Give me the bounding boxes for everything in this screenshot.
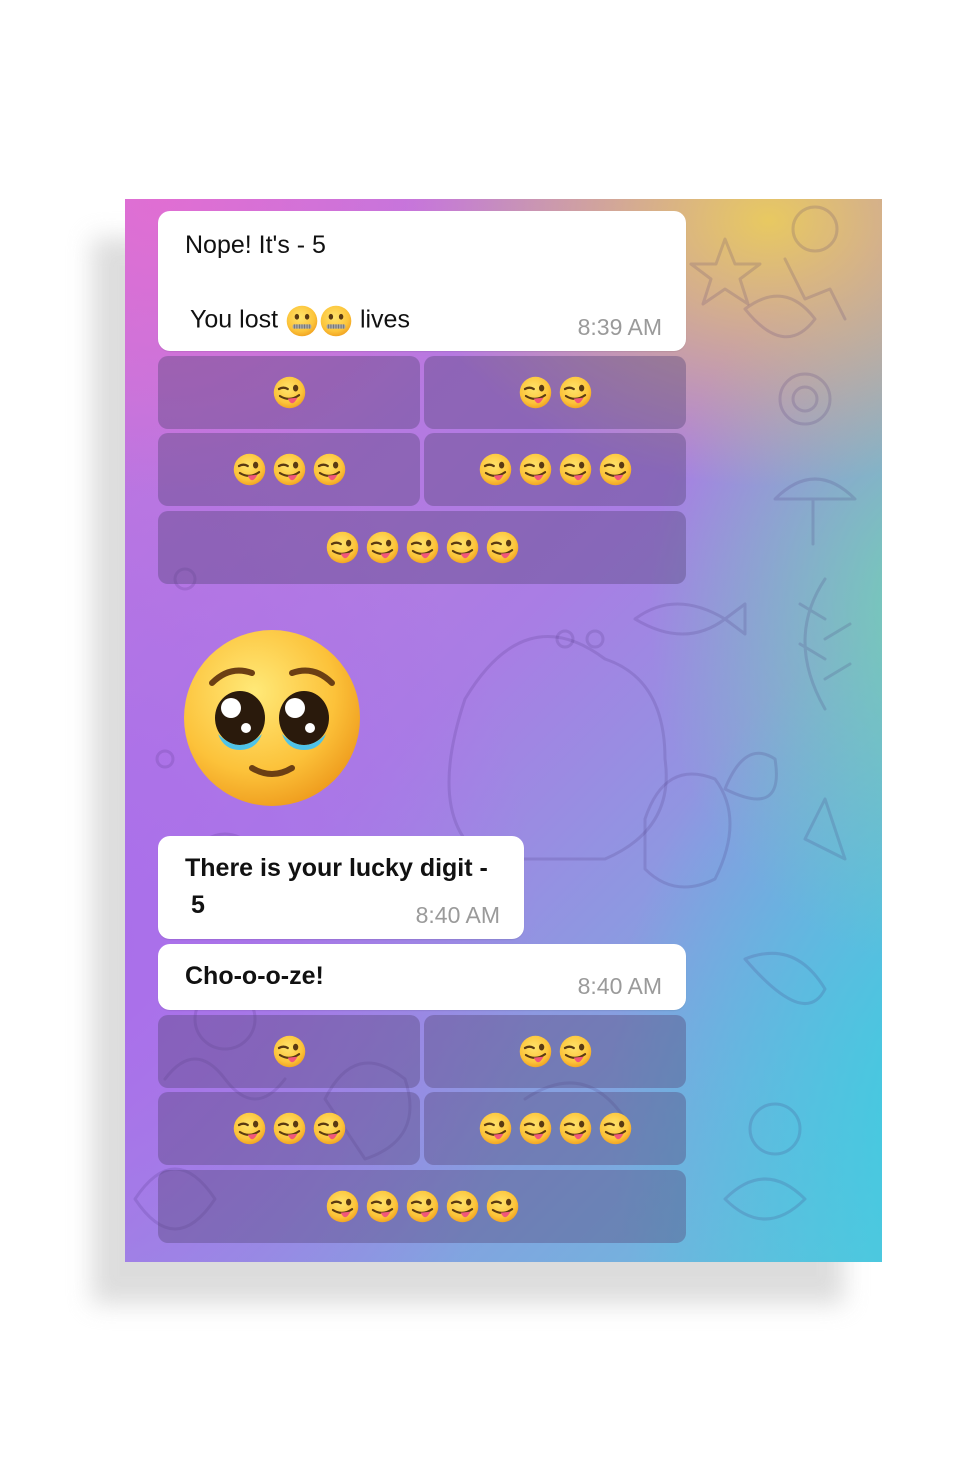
inline-button-5[interactable] — [158, 1170, 686, 1243]
pleading-face-icon[interactable] — [182, 628, 362, 808]
winking-tongue-face-icon — [558, 375, 593, 410]
winking-tongue-face-icon — [558, 1111, 593, 1146]
message-text: Cho-o-o-ze! — [185, 962, 324, 990]
inline-button-4[interactable] — [424, 433, 686, 506]
inline-button-1[interactable] — [158, 1015, 420, 1088]
zipper-mouth-face-icon — [285, 304, 319, 338]
message-time: 8:39 AM — [577, 314, 662, 340]
winking-tongue-face-icon — [445, 530, 480, 565]
winking-tongue-face-icon — [518, 452, 553, 487]
winking-tongue-face-icon — [598, 1111, 633, 1146]
winking-tongue-face-icon — [365, 1189, 400, 1224]
winking-tongue-face-icon — [232, 1111, 267, 1146]
zipper-mouth-face-icon — [319, 304, 353, 338]
inline-button-1[interactable] — [158, 356, 420, 429]
message-time: 8:40 AM — [415, 902, 500, 928]
winking-tongue-face-icon — [325, 530, 360, 565]
winking-tongue-face-icon — [478, 1111, 513, 1146]
winking-tongue-face-icon — [558, 452, 593, 487]
winking-tongue-face-icon — [272, 452, 307, 487]
winking-tongue-face-icon — [518, 1111, 553, 1146]
inline-button-3[interactable] — [158, 1092, 420, 1165]
message-bubble-1[interactable]: Nope! It's - 5 You lost lives 8:39 AM — [158, 211, 686, 351]
winking-tongue-face-icon — [598, 452, 633, 487]
winking-tongue-face-icon — [272, 1034, 307, 1069]
inline-button-5[interactable] — [158, 511, 686, 584]
message-text-line1: There is your lucky digit - — [185, 854, 488, 882]
winking-tongue-face-icon — [312, 1111, 347, 1146]
winking-tongue-face-icon — [518, 1034, 553, 1069]
winking-tongue-face-icon — [485, 530, 520, 565]
message-text-line2: 5 — [191, 891, 205, 919]
inline-button-2[interactable] — [424, 1015, 686, 1088]
winking-tongue-face-icon — [232, 452, 267, 487]
winking-tongue-face-icon — [365, 530, 400, 565]
inline-button-2[interactable] — [424, 356, 686, 429]
message-text-suffix: lives — [359, 305, 410, 334]
message-text-prefix: You lost — [190, 305, 279, 334]
message-bubble-3[interactable]: Cho-o-o-ze! 8:40 AM — [158, 944, 686, 1010]
winking-tongue-face-icon — [405, 530, 440, 565]
winking-tongue-face-icon — [445, 1189, 480, 1224]
winking-tongue-face-icon — [272, 375, 307, 410]
message-time: 8:40 AM — [577, 973, 662, 999]
winking-tongue-face-icon — [478, 452, 513, 487]
winking-tongue-face-icon — [485, 1189, 520, 1224]
message-bubble-2[interactable]: There is your lucky digit - 5 8:40 AM — [158, 836, 524, 939]
winking-tongue-face-icon — [558, 1034, 593, 1069]
winking-tongue-face-icon — [405, 1189, 440, 1224]
message-text-line2: You lost lives — [190, 304, 410, 338]
inline-button-4[interactable] — [424, 1092, 686, 1165]
winking-tongue-face-icon — [325, 1189, 360, 1224]
message-text-line1: Nope! It's - 5 — [185, 231, 326, 259]
winking-tongue-face-icon — [518, 375, 553, 410]
inline-button-3[interactable] — [158, 433, 420, 506]
winking-tongue-face-icon — [272, 1111, 307, 1146]
winking-tongue-face-icon — [312, 452, 347, 487]
